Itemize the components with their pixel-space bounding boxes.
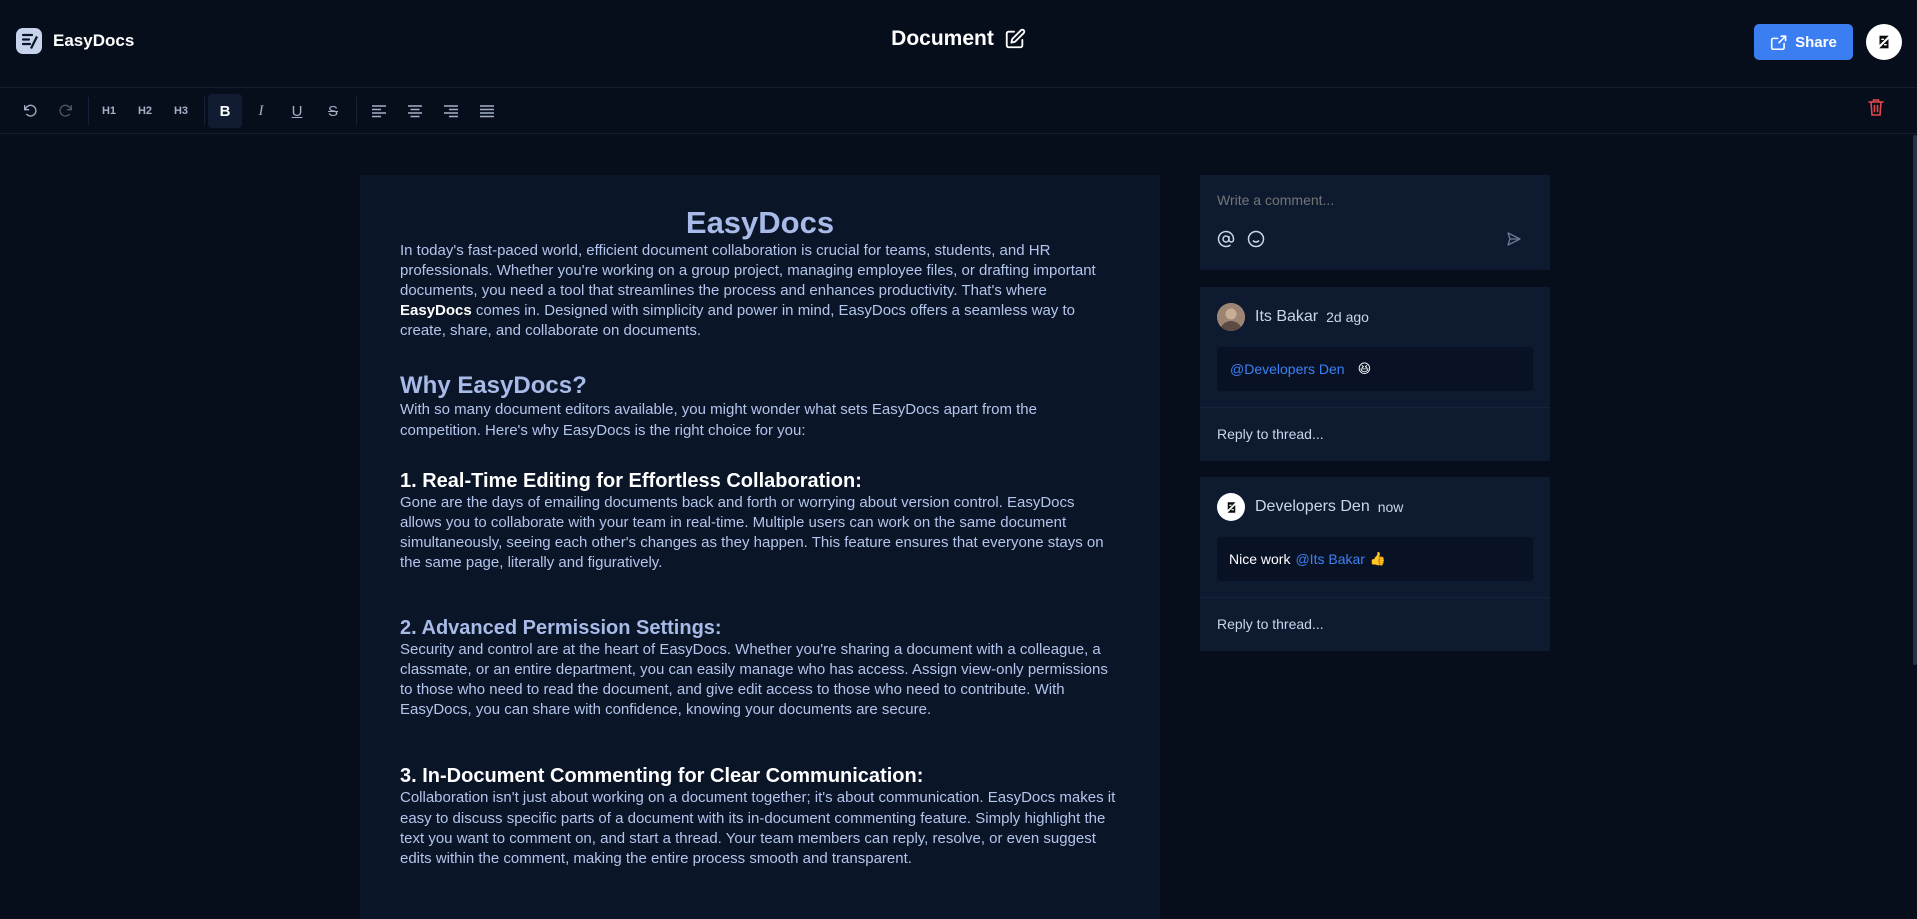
heading-3-button[interactable]: H3 (164, 94, 198, 128)
intro-paragraph[interactable]: In today's fast-paced world, efficient d… (400, 241, 1120, 341)
comment-thread: Developers Den now Nice work @Its Bakar … (1200, 477, 1550, 651)
document-title[interactable]: Document (891, 27, 994, 51)
align-center-icon (408, 105, 422, 118)
comment-composer (1200, 175, 1550, 270)
italic-button[interactable]: I (244, 94, 278, 128)
section-2-paragraph[interactable]: Security and control are at the heart of… (400, 640, 1120, 720)
mention-link[interactable]: @Its Bakar (1295, 551, 1364, 567)
heading-2-button[interactable]: H2 (128, 94, 162, 128)
reply-input[interactable]: Reply to thread... (1217, 616, 1324, 632)
mention-icon[interactable] (1217, 230, 1235, 248)
thread-divider (1200, 597, 1550, 598)
thread-divider (1200, 407, 1550, 408)
brand-mark-icon (1225, 501, 1237, 513)
share-icon (1771, 35, 1787, 50)
comment-author: Developers Den (1255, 498, 1370, 515)
undo-button[interactable] (13, 94, 47, 128)
trash-icon (1868, 99, 1884, 116)
comment-time: 2d ago (1326, 309, 1369, 325)
redo-icon (59, 104, 72, 117)
brand-mark-icon (1877, 35, 1891, 49)
underline-button[interactable]: U (280, 94, 314, 128)
align-left-icon (372, 105, 386, 118)
bold-button[interactable]: B (208, 94, 242, 128)
formatting-toolbar: H1 H2 H3 B I U S (0, 89, 1917, 134)
comment-time: now (1377, 499, 1404, 515)
heading-1-button[interactable]: H1 (92, 94, 126, 128)
reply-input[interactable]: Reply to thread... (1217, 426, 1324, 442)
align-right-icon (444, 105, 458, 118)
send-icon[interactable] (1506, 231, 1522, 247)
share-label: Share (1795, 33, 1837, 51)
top-bar: EasyDocs Document Share (0, 0, 1917, 88)
brand[interactable]: EasyDocs (16, 28, 134, 54)
avatar (1217, 303, 1245, 331)
share-button[interactable]: Share (1754, 24, 1853, 60)
align-left-button[interactable] (362, 94, 396, 128)
section-1-heading[interactable]: 1. Real-Time Editing for Effortless Coll… (400, 469, 1120, 493)
section-3-paragraph[interactable]: Collaboration isn't just about working o… (400, 788, 1120, 868)
delete-document-button[interactable] (1868, 98, 1884, 121)
section-1-paragraph[interactable]: Gone are the days of emailing documents … (400, 493, 1120, 573)
comment-thread: Its Bakar 2d ago @Developers Den 😆 Reply… (1200, 287, 1550, 461)
section-2-heading[interactable]: 2. Advanced Permission Settings: (400, 616, 1120, 640)
app-name: EasyDocs (53, 31, 135, 50)
comment-body: @Developers Den 😆 (1217, 347, 1533, 391)
avatar (1217, 493, 1245, 521)
toolbar-divider (356, 97, 357, 125)
document-heading[interactable]: EasyDocs (400, 203, 1120, 243)
undo-icon (24, 104, 37, 117)
page-scrollbar[interactable] (1913, 135, 1917, 665)
user-avatar[interactable] (1866, 24, 1902, 60)
comment-input[interactable] (1217, 192, 1517, 208)
align-right-button[interactable] (434, 94, 468, 128)
document-editor[interactable]: EasyDocs In today's fast-paced world, ef… (360, 175, 1160, 919)
why-paragraph[interactable]: With so many document editors available,… (400, 400, 1120, 440)
redo-button[interactable] (49, 94, 83, 128)
emoji-icon[interactable] (1247, 230, 1265, 248)
section-3-heading[interactable]: 3. In-Document Commenting for Clear Comm… (400, 764, 1120, 788)
toolbar-divider (88, 97, 89, 125)
align-center-button[interactable] (398, 94, 432, 128)
easydocs-logo-icon (16, 28, 42, 54)
align-justify-icon (480, 105, 494, 118)
comment-emoji: 😆 (1357, 361, 1372, 376)
comment-author: Its Bakar (1255, 308, 1319, 325)
comment-text: Nice work (1229, 551, 1291, 567)
person-avatar-icon (1217, 303, 1245, 331)
mention-link[interactable]: @Developers Den (1230, 361, 1345, 377)
toolbar-divider (204, 97, 205, 125)
comment-body: Nice work @Its Bakar 👍 (1217, 537, 1533, 581)
why-heading[interactable]: Why EasyDocs? (400, 372, 1120, 400)
edit-title-icon[interactable] (1004, 28, 1026, 50)
comment-emoji: 👍 (1369, 551, 1387, 566)
strikethrough-button[interactable]: S (316, 94, 350, 128)
align-justify-button[interactable] (470, 94, 504, 128)
